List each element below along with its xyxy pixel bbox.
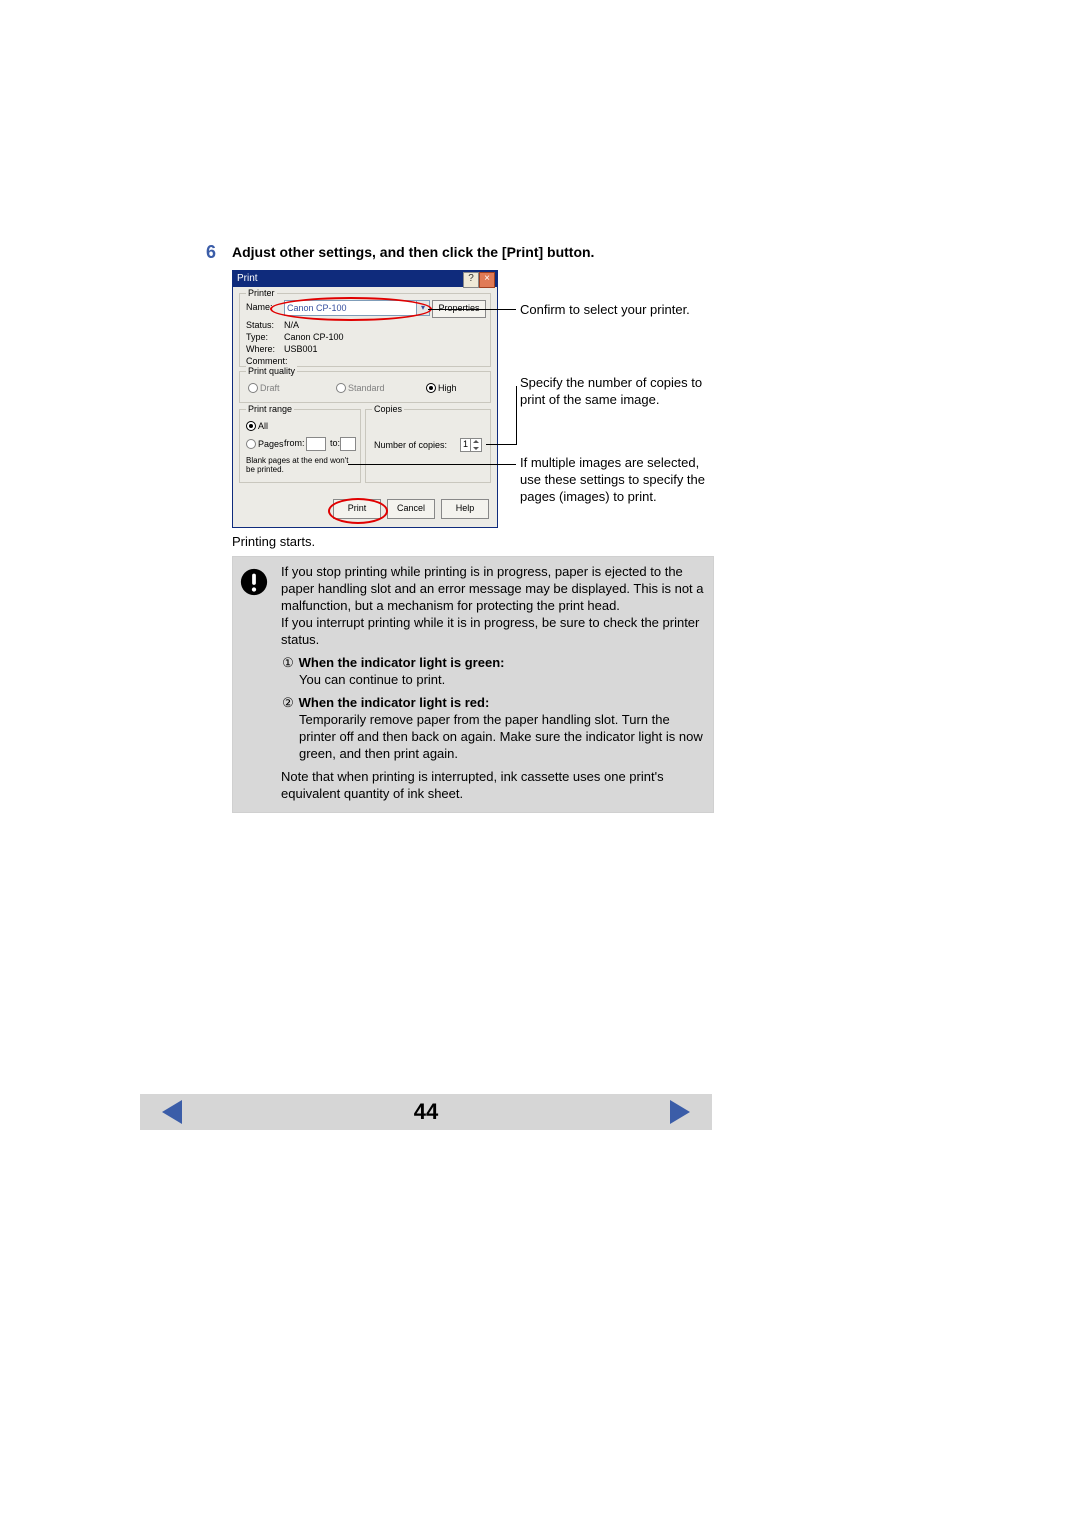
panel-note: Note that when printing is interrupted, … — [281, 768, 705, 802]
panel-p1: If you stop printing while printing is i… — [281, 563, 705, 614]
label-copies: Number of copies: — [374, 440, 447, 450]
step-heading: Adjust other settings, and then click th… — [232, 244, 594, 260]
input-from[interactable] — [306, 437, 326, 451]
radio-draft[interactable]: Draft — [248, 382, 280, 394]
label-type: Type: — [246, 332, 268, 342]
label-name: Name: — [246, 302, 273, 312]
chevron-down-icon: ▾ — [416, 301, 429, 315]
mark-2: ② — [281, 694, 295, 711]
help-button[interactable]: Help — [441, 499, 489, 519]
mark-1: ① — [281, 654, 295, 671]
callout-printer: Confirm to select your printer. — [520, 301, 720, 318]
group-copies: Copies Number of copies: 1 — [365, 409, 491, 483]
group-printer-title: Printer — [246, 288, 277, 298]
leader-3 — [348, 464, 516, 465]
green-title: When the indicator light is green: — [299, 655, 505, 670]
value-type: Canon CP-100 — [284, 332, 344, 342]
leader-2a — [486, 444, 516, 445]
copies-spinner[interactable]: 1 — [460, 438, 482, 452]
group-range-title: Print range — [246, 404, 294, 414]
radio-all[interactable]: All — [246, 420, 268, 432]
next-page-arrow[interactable] — [670, 1100, 690, 1124]
print-button[interactable]: Print — [333, 499, 381, 519]
green-body: You can continue to print. — [281, 671, 705, 688]
titlebar-help-button[interactable]: ? — [463, 272, 479, 288]
label-comment: Comment: — [246, 356, 288, 366]
leader-2b — [516, 386, 517, 445]
printer-name-value: Canon CP-100 — [287, 303, 347, 313]
group-printer: Printer Name: Canon CP-100 ▾ Properties … — [239, 293, 491, 367]
cancel-button[interactable]: Cancel — [387, 499, 435, 519]
blank-pages-note: Blank pages at the end won't be printed. — [246, 456, 356, 474]
step-number: 6 — [206, 242, 216, 263]
leader-1 — [428, 309, 516, 310]
group-range: Print range All Pages from: to: Blank pa… — [239, 409, 361, 483]
panel-p2: If you interrupt printing while it is in… — [281, 614, 705, 648]
radio-high[interactable]: High — [426, 382, 457, 394]
label-status: Status: — [246, 320, 274, 330]
red-title: When the indicator light is red: — [299, 695, 490, 710]
group-quality: Print quality Draft Standard High — [239, 371, 491, 403]
label-from: from: — [284, 438, 305, 448]
red-body: Temporarily remove paper from the paper … — [281, 711, 705, 762]
caution-icon — [239, 567, 269, 597]
titlebar-close-button[interactable]: × — [479, 272, 495, 288]
page-number: 44 — [140, 1099, 712, 1125]
input-to[interactable] — [340, 437, 356, 451]
group-copies-title: Copies — [372, 404, 404, 414]
value-status: N/A — [284, 320, 299, 330]
printer-name-combo[interactable]: Canon CP-100 ▾ — [284, 300, 430, 316]
dialog-titlebar: Print ? × — [233, 271, 497, 287]
group-quality-title: Print quality — [246, 366, 297, 376]
printing-starts: Printing starts. — [232, 534, 315, 549]
radio-pages[interactable]: Pages — [246, 438, 284, 450]
value-where: USB001 — [284, 344, 318, 354]
footer-bar: 44 — [140, 1094, 712, 1130]
label-to: to: — [330, 438, 340, 448]
callout-range: If multiple images are selected, use the… — [520, 454, 720, 505]
callout-copies: Specify the number of copies to print of… — [520, 374, 720, 408]
info-panel: If you stop printing while printing is i… — [232, 556, 714, 813]
radio-standard[interactable]: Standard — [336, 382, 385, 394]
label-where: Where: — [246, 344, 275, 354]
copies-value: 1 — [463, 439, 468, 449]
spinner-arrows-icon — [470, 439, 481, 451]
dialog-title: Print — [237, 273, 258, 284]
